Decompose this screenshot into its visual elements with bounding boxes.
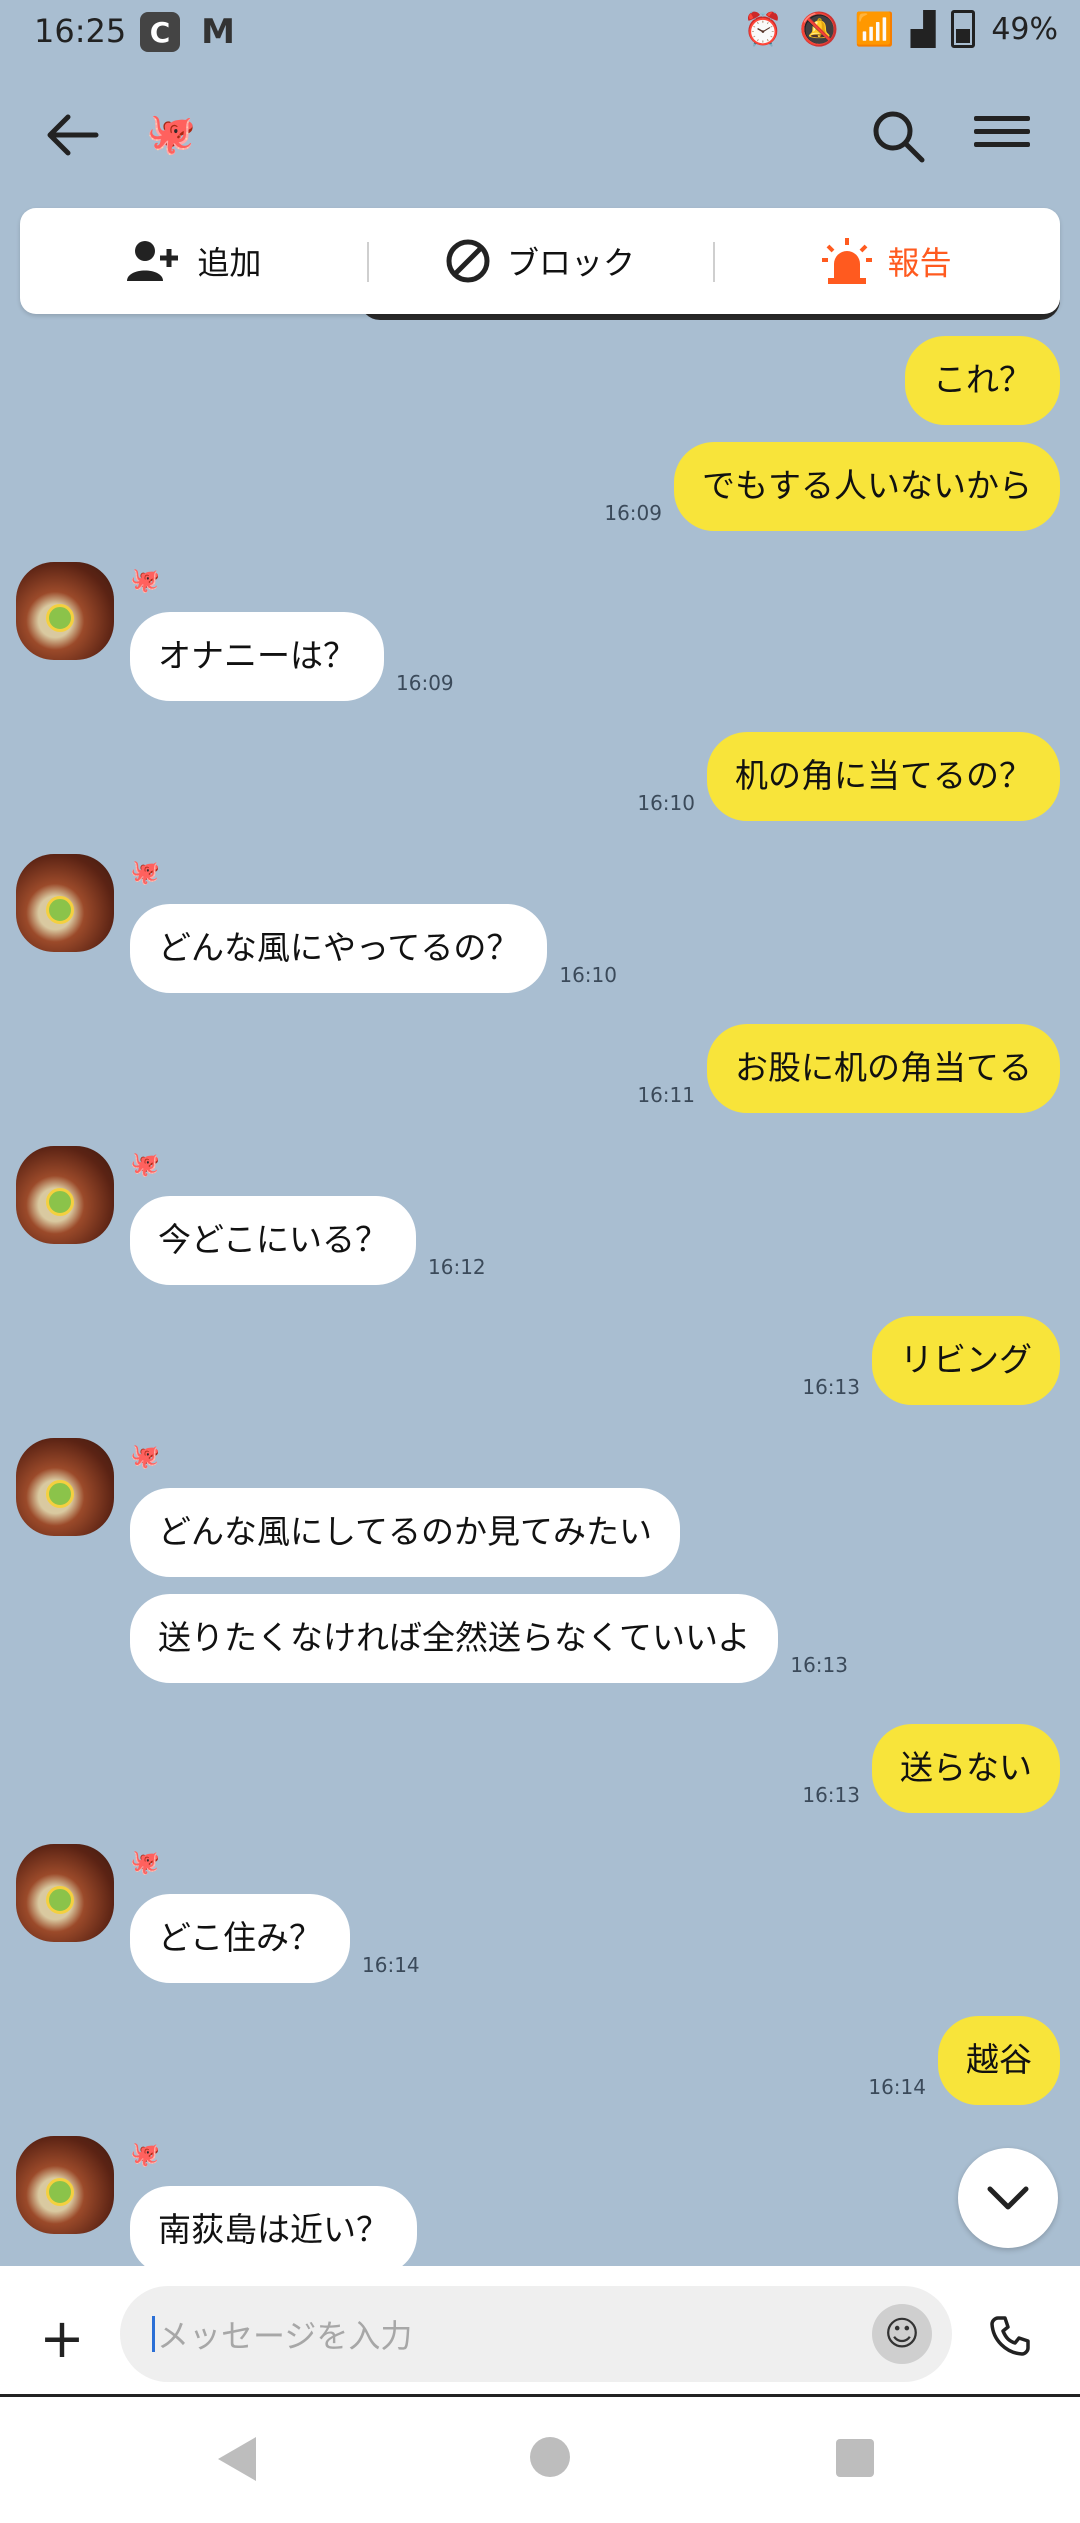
their-message-bubble[interactable]: オナニーは？	[130, 612, 384, 701]
message-row: 16:09 でもする人いないから	[592, 442, 1060, 531]
alarm-icon: ⏰	[743, 10, 784, 48]
message-row: 16:13 送らない	[790, 1724, 1060, 1813]
message-row: 送りたくなければ全然送らなくていいよ 16:13	[130, 1594, 860, 1683]
message-time: 16:11	[637, 1082, 695, 1107]
message-input-bar: + メッセージを入力 ☺	[0, 2266, 1080, 2394]
their-message-bubble[interactable]: 今どこにいる？	[130, 1196, 417, 1285]
report-label: 報告	[887, 244, 952, 282]
my-message-bubble[interactable]: 送らない	[872, 1724, 1060, 1813]
message-time: 16:12	[428, 1254, 486, 1279]
my-message-bubble[interactable]: 越谷	[938, 2016, 1060, 2105]
message-time: 16:13	[802, 1374, 860, 1399]
report-button[interactable]: 報告	[713, 208, 1060, 314]
chat-header: 🐙	[0, 80, 1080, 190]
battery-icon	[951, 10, 976, 48]
siren-icon	[821, 238, 872, 284]
message-time: 16:10	[637, 790, 695, 815]
add-friend-icon	[127, 241, 179, 281]
block-button[interactable]: ブロック	[366, 208, 714, 314]
gmail-icon: M	[201, 12, 235, 52]
my-message-bubble[interactable]: お股に机の角当てる	[707, 1024, 1060, 1113]
phone-icon[interactable]	[972, 2298, 1048, 2374]
phone-glyph	[990, 2316, 1030, 2356]
system-nav-bar	[0, 2394, 1080, 2523]
friend-action-bar: 追加 ブロック 報告	[20, 208, 1060, 314]
avatar[interactable]	[16, 2136, 114, 2234]
contact-name[interactable]: 🐙	[146, 110, 196, 157]
message-row: これ？	[905, 336, 1060, 425]
avatar[interactable]	[16, 562, 114, 660]
their-message-bubble[interactable]: 南荻島は近い？	[130, 2186, 417, 2275]
sender-name: 🐙	[130, 858, 160, 886]
status-bar: 16:25 C M ⏰ 🔕 📶 ▟ 49%	[0, 0, 1080, 64]
menu-icon[interactable]	[974, 108, 1030, 164]
message-row: 16:14 越谷	[856, 2016, 1060, 2105]
block-icon	[446, 239, 490, 283]
sender-name: 🐙	[130, 1150, 160, 1178]
app-notification-icon: C	[140, 12, 180, 52]
chevron-down-icon	[987, 2186, 1029, 2210]
scroll-to-bottom-button[interactable]	[958, 2148, 1058, 2248]
their-message-bubble[interactable]: どんな風にやってるの？	[130, 904, 548, 993]
status-time: 16:25	[34, 12, 127, 50]
my-message-bubble[interactable]: でもする人いないから	[674, 442, 1060, 531]
sender-name: 🐙	[130, 1848, 160, 1876]
block-label: ブロック	[507, 244, 636, 282]
add-friend-button[interactable]: 追加	[20, 208, 367, 314]
avatar[interactable]	[16, 1844, 114, 1942]
message-row: どんな風にしてるのか見てみたい	[130, 1488, 681, 1577]
their-message-bubble[interactable]: どんな風にしてるのか見てみたい	[130, 1488, 681, 1577]
my-message-bubble[interactable]: 机の角に当てるの？	[707, 732, 1060, 821]
message-time: 16:10	[559, 962, 617, 987]
silent-icon: 🔕	[799, 10, 839, 48]
their-message-bubble[interactable]: どこ住み？	[130, 1894, 351, 1983]
message-row: 今どこにいる？ 16:12	[130, 1196, 498, 1285]
my-message-bubble[interactable]: これ？	[905, 336, 1060, 425]
sender-name: 🐙	[130, 1442, 160, 1470]
avatar[interactable]	[16, 1146, 114, 1244]
message-row: 16:10 机の角に当てるの？	[625, 732, 1060, 821]
back-arrow-icon[interactable]	[40, 102, 106, 168]
message-row: 南荻島は近い？	[130, 2186, 417, 2275]
message-row: 16:13 リビング	[790, 1316, 1060, 1405]
their-message-bubble[interactable]: 送りたくなければ全然送らなくていいよ	[130, 1594, 779, 1683]
sender-name: 🐙	[130, 2140, 160, 2168]
avatar[interactable]	[16, 854, 114, 952]
signal-icon: ▟	[910, 10, 936, 48]
avatar[interactable]	[16, 1438, 114, 1536]
message-time: 16:14	[868, 2074, 926, 2099]
add-friend-label: 追加	[197, 244, 262, 282]
my-message-bubble[interactable]: リビング	[872, 1316, 1060, 1405]
sender-name: 🐙	[130, 566, 160, 594]
plus-icon[interactable]: +	[26, 2302, 98, 2374]
nav-recents-icon[interactable]	[836, 2439, 874, 2477]
nav-home-icon[interactable]	[530, 2437, 570, 2477]
wifi-icon: 📶	[854, 10, 895, 48]
message-input[interactable]: メッセージを入力 ☺	[120, 2286, 952, 2382]
battery-level: 49%	[991, 11, 1058, 47]
message-row: オナニーは？ 16:09	[130, 612, 466, 701]
search-icon[interactable]	[866, 104, 930, 168]
message-time: 16:13	[790, 1652, 848, 1677]
message-row: どんな風にやってるの？ 16:10	[130, 904, 629, 993]
message-time: 16:09	[396, 670, 454, 695]
text-caret	[152, 2316, 155, 2352]
message-row: 16:11 お股に机の角当てる	[625, 1024, 1060, 1113]
message-input-placeholder: メッセージを入力	[157, 2317, 413, 2355]
message-row: どこ住み？ 16:14	[130, 1894, 432, 1983]
nav-back-icon[interactable]	[218, 2437, 256, 2481]
message-time: 16:09	[604, 500, 662, 525]
emoji-icon[interactable]: ☺	[872, 2304, 932, 2364]
message-time: 16:13	[802, 1782, 860, 1807]
message-time: 16:14	[362, 1952, 420, 1977]
